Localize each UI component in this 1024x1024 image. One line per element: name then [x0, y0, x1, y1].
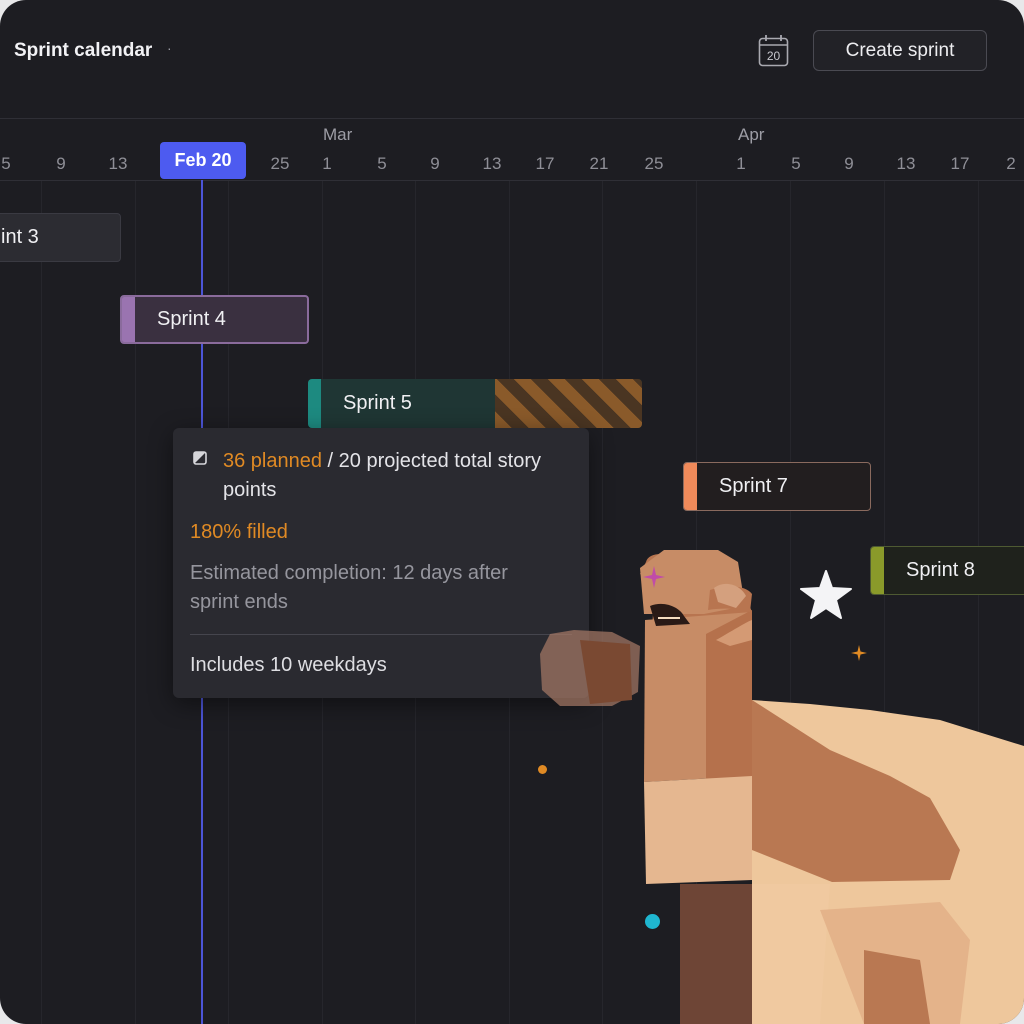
- story-points-summary: 36 planned / 20 projected total story po…: [223, 447, 563, 505]
- gridline: [41, 181, 42, 1024]
- sparkle-icon: [851, 645, 867, 661]
- title-separator: ·: [167, 40, 172, 56]
- tick-label: 13: [896, 154, 916, 173]
- tick-label: 25: [270, 154, 290, 173]
- fill-percentage: 180% filled: [190, 521, 288, 543]
- tick-label: 1: [322, 154, 332, 173]
- sprint-label: Sprint 7: [719, 475, 788, 497]
- header: Sprint calendar · 20 Create sprint: [0, 0, 1024, 110]
- planned-points: 36 planned: [223, 450, 322, 472]
- timeline-axis: [0, 180, 1024, 181]
- tick-label: 5: [377, 154, 387, 173]
- tick-label: 17: [950, 154, 970, 173]
- sprint-label: int 3: [1, 226, 39, 248]
- star-icon: [800, 570, 852, 619]
- sprint-bar-5[interactable]: Sprint 5: [308, 379, 642, 428]
- header-divider: [0, 118, 1024, 119]
- sprint-label: Sprint 5: [343, 392, 412, 414]
- sprint-calendar-app: Sprint calendar · 20 Create sprint Mar A…: [0, 0, 1024, 1024]
- sprint-label: Sprint 4: [157, 308, 226, 330]
- weekdays-count: Includes 10 weekdays: [190, 654, 387, 676]
- calendar-icon-day: 20: [767, 49, 781, 63]
- capybara-illustration: [540, 550, 1024, 1024]
- tick-label: 5: [791, 154, 801, 173]
- tick-label: 13: [482, 154, 502, 173]
- overfill-stripes: [495, 379, 642, 428]
- tick-label: 1: [736, 154, 746, 173]
- tooltip-divider: [190, 634, 572, 635]
- tick-label: 17: [535, 154, 555, 173]
- decor-dot: [645, 914, 660, 929]
- calendar-icon[interactable]: 20: [758, 34, 789, 67]
- month-label-apr: Apr: [738, 125, 765, 144]
- tick-label: 2: [1006, 154, 1016, 173]
- tick-label: 5: [1, 154, 11, 173]
- today-badge[interactable]: Feb 20: [160, 142, 246, 179]
- estimated-completion: Estimated completion: 12 days after spri…: [190, 562, 508, 613]
- sparkle-icon: [643, 566, 665, 588]
- tick-label: 13: [108, 154, 128, 173]
- tick-label: 9: [56, 154, 66, 173]
- create-sprint-button[interactable]: Create sprint: [813, 30, 987, 71]
- tick-label: 25: [644, 154, 664, 173]
- sprint-bar-7[interactable]: Sprint 7: [683, 462, 871, 511]
- page-title: Sprint calendar: [14, 40, 153, 61]
- month-label-mar: Mar: [323, 125, 353, 144]
- capacity-icon: [193, 451, 207, 465]
- tick-label: 9: [844, 154, 854, 173]
- sprint-bar-3[interactable]: int 3: [0, 213, 121, 262]
- tick-label: 21: [589, 154, 609, 173]
- sprint-bar-4[interactable]: Sprint 4: [120, 295, 309, 344]
- tick-label: 9: [430, 154, 440, 173]
- decor-dot: [538, 765, 547, 774]
